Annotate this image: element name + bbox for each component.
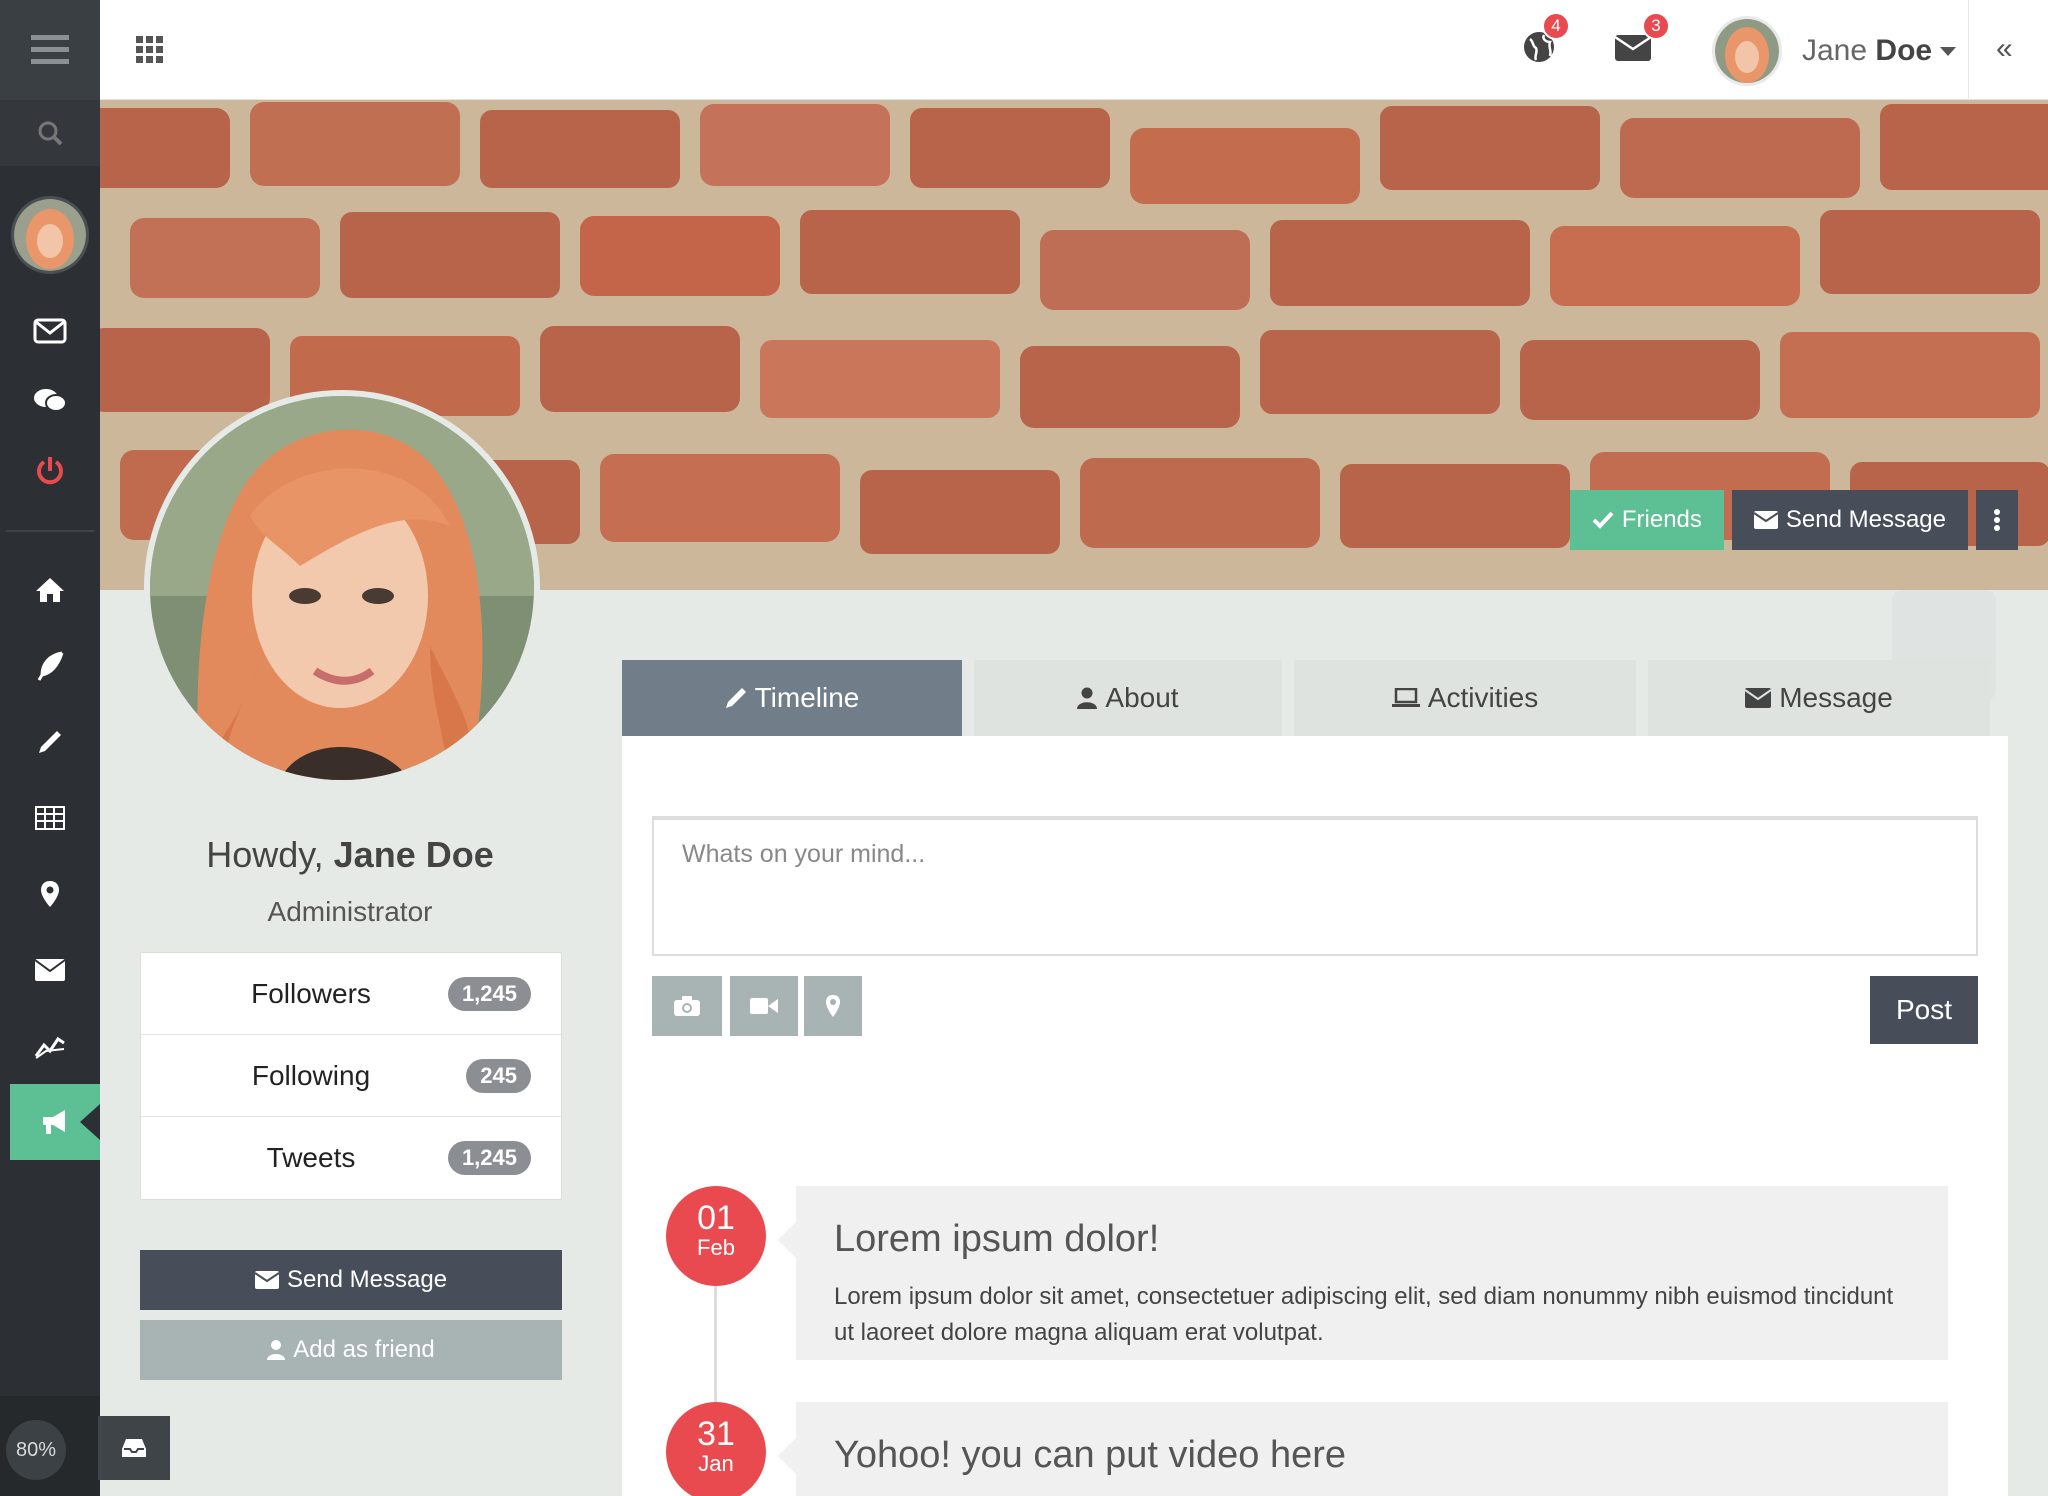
sidebar-item-announcements[interactable] bbox=[10, 1084, 100, 1160]
top-header: 4 3 Jane Doe « bbox=[100, 0, 2048, 100]
add-location-button[interactable] bbox=[804, 976, 862, 1036]
table-icon bbox=[35, 806, 65, 830]
add-video-button[interactable] bbox=[730, 976, 798, 1036]
user-icon bbox=[267, 1340, 286, 1360]
video-camera-icon bbox=[750, 998, 778, 1014]
pencil-icon bbox=[725, 688, 746, 708]
user-role: Administrator bbox=[267, 896, 433, 927]
stat-followers[interactable]: Followers 1,245 bbox=[141, 953, 561, 1035]
sidebar-divider bbox=[6, 530, 94, 532]
bullhorn-icon bbox=[43, 1110, 65, 1134]
grid-icon bbox=[136, 36, 163, 63]
sidebar-item-charts[interactable] bbox=[0, 1008, 100, 1084]
timeline-item: Lorem ipsum dolor! Lorem ipsum dolor sit… bbox=[778, 1186, 1948, 1360]
envelope-icon bbox=[1753, 511, 1778, 529]
stats-list: Followers 1,245 Following 245 Tweets 1,2… bbox=[140, 952, 562, 1200]
sidebar-item-mail[interactable] bbox=[0, 932, 100, 1008]
count-badge: 1,245 bbox=[447, 976, 531, 1011]
inbox-tray-icon bbox=[122, 1439, 146, 1457]
tab-message[interactable]: Message bbox=[1648, 660, 1990, 736]
tray-button[interactable] bbox=[98, 1416, 170, 1480]
search-icon bbox=[38, 121, 63, 146]
add-friend-button[interactable]: Add as friend bbox=[140, 1320, 562, 1380]
sidebar-footer: 80% bbox=[0, 1396, 100, 1496]
post-button[interactable]: Post bbox=[1870, 976, 1978, 1044]
envelope-icon bbox=[1745, 688, 1772, 708]
count-badge: 245 bbox=[466, 1058, 531, 1093]
count-badge: 1,245 bbox=[447, 1141, 531, 1175]
menu-toggle-button[interactable] bbox=[0, 0, 100, 100]
sidebar-item-feather[interactable] bbox=[0, 628, 100, 704]
sidebar: 80% bbox=[0, 0, 100, 1496]
envelope-icon bbox=[34, 959, 66, 981]
more-options-button[interactable] bbox=[1976, 490, 2018, 550]
power-icon bbox=[37, 457, 63, 485]
zoom-level[interactable]: 80% bbox=[6, 1420, 66, 1480]
pencil-icon bbox=[39, 731, 61, 753]
laptop-icon bbox=[1391, 688, 1420, 707]
header-divider bbox=[1968, 0, 1969, 100]
chevron-down-icon bbox=[1940, 46, 1957, 56]
user-icon bbox=[1077, 687, 1098, 709]
tab-about[interactable]: About bbox=[974, 660, 1282, 736]
camera-icon bbox=[674, 996, 700, 1016]
messages-button[interactable]: 3 bbox=[1614, 12, 1670, 67]
stat-tweets[interactable]: Tweets 1,245 bbox=[141, 1117, 561, 1199]
notifications-badge: 4 bbox=[1542, 12, 1570, 40]
sidebar-item-inbox[interactable] bbox=[0, 296, 100, 366]
chart-line-icon bbox=[34, 1036, 65, 1059]
sidebar-item-tables[interactable] bbox=[0, 780, 100, 856]
status-textarea[interactable]: Whats on your mind... bbox=[652, 816, 1978, 956]
chat-icon bbox=[34, 389, 67, 412]
feather-icon bbox=[37, 651, 64, 681]
user-name: Jane Doe bbox=[1802, 34, 1933, 67]
check-icon bbox=[1592, 511, 1614, 529]
notifications-button[interactable]: 4 bbox=[1522, 12, 1570, 69]
sidebar-avatar[interactable] bbox=[11, 196, 89, 274]
sidebar-item-chat[interactable] bbox=[0, 366, 100, 436]
sidebar-item-maps[interactable] bbox=[0, 856, 100, 932]
avatar bbox=[1712, 16, 1782, 86]
friends-button[interactable]: Friends bbox=[1569, 490, 1724, 550]
home-icon bbox=[36, 578, 64, 602]
add-photo-button[interactable] bbox=[652, 976, 722, 1036]
vertical-dots-icon bbox=[1994, 509, 2000, 531]
envelope-icon bbox=[1614, 35, 1652, 61]
sidebar-item-home[interactable] bbox=[0, 552, 100, 628]
timeline-panel: Whats on your mind... Post 01 Feb Lorem … bbox=[622, 736, 2008, 1496]
messages-badge: 3 bbox=[1642, 12, 1670, 40]
double-chevron-left-icon: « bbox=[1996, 32, 2013, 65]
profile-photo bbox=[144, 390, 540, 786]
sidebar-item-logout[interactable] bbox=[0, 436, 100, 506]
timeline-date: 31 Jan bbox=[666, 1402, 766, 1496]
timeline-item-title: Lorem ipsum dolor! bbox=[834, 1218, 1160, 1260]
user-menu[interactable]: Jane Doe bbox=[1712, 16, 1957, 86]
greeting: Howdy, Jane Doe bbox=[206, 834, 494, 875]
profile-tabs: Timeline About Activities Message bbox=[622, 660, 1990, 736]
cover-actions: Friends Send Message bbox=[1569, 490, 2018, 550]
sidebar-item-edit[interactable] bbox=[0, 704, 100, 780]
collapse-panel-button[interactable]: « bbox=[1996, 32, 2013, 66]
map-marker-icon bbox=[826, 995, 840, 1017]
tab-activities[interactable]: Activities bbox=[1294, 660, 1636, 736]
envelope-icon bbox=[33, 318, 67, 344]
apps-grid-button[interactable] bbox=[136, 36, 164, 69]
envelope-icon bbox=[254, 1271, 279, 1289]
timeline-item: Yohoo! you can put video here bbox=[778, 1402, 1948, 1496]
send-message-button[interactable]: Send Message bbox=[140, 1250, 562, 1310]
sidebar-search-button[interactable] bbox=[0, 100, 100, 166]
menu-icon bbox=[31, 35, 69, 64]
stat-following[interactable]: Following 245 bbox=[141, 1035, 561, 1117]
cover-send-message-button[interactable]: Send Message bbox=[1731, 490, 1968, 550]
tab-timeline[interactable]: Timeline bbox=[622, 660, 962, 736]
timeline-item-title: Yohoo! you can put video here bbox=[834, 1434, 1346, 1476]
timeline-date: 01 Feb bbox=[666, 1186, 766, 1286]
timeline-item-body: Lorem ipsum dolor sit amet, consectetuer… bbox=[834, 1283, 1894, 1346]
map-marker-icon bbox=[41, 881, 59, 907]
